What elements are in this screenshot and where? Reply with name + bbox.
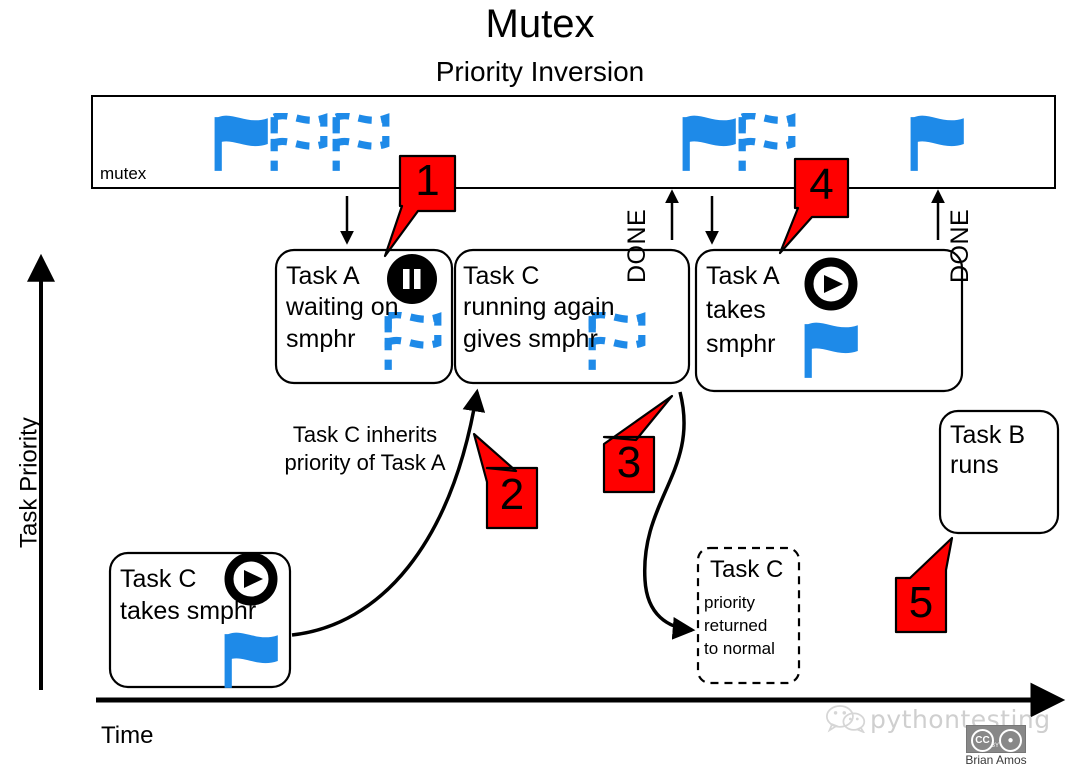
card-task-a-waiting-line-1: Task A	[286, 262, 360, 290]
inherit-priority-note: Task C inherits priority of Task A	[284, 422, 446, 475]
wechat-icon	[826, 705, 866, 733]
card-task-a-takes-line-2: takes	[706, 296, 766, 324]
callout-4-number: 4	[809, 160, 834, 209]
card-task-c-running-line-1: Task C	[463, 262, 540, 290]
done-label-task-a: DONE	[946, 208, 974, 283]
diagram-canvas: Mutex Priority Inversion mutex Task A wa…	[0, 0, 1080, 773]
diagram-vector-layer	[27, 95, 1066, 718]
watermark-author: Brian Amos	[965, 753, 1027, 767]
card-task-c-running-line-2: running again	[463, 293, 615, 321]
callout-1-number: 1	[415, 156, 440, 205]
card-task-b-line-2: runs	[950, 451, 999, 479]
y-axis-label: Task Priority	[15, 417, 43, 548]
done-label-task-c: DONE	[623, 208, 651, 283]
card-task-a-waiting-line-2: waiting on	[286, 293, 399, 321]
dashed-card-title: Task C	[710, 556, 784, 583]
callout-3-number: 3	[616, 438, 642, 487]
callout-5-number: 5	[908, 578, 934, 627]
card-task-a-takes-line-3: smphr	[706, 330, 776, 358]
page-subtitle: Priority Inversion	[435, 56, 645, 87]
card-task-b-line-1: Task B	[950, 421, 1026, 449]
card-task-c-running-line-3: gives smphr	[463, 325, 598, 353]
card-task-c-takes-line-1: Task C	[120, 565, 197, 593]
mutex-bar-label: mutex	[100, 164, 147, 183]
card-task-c-takes-line-2: takes smphr	[120, 597, 257, 625]
card-task-a-waiting-line-3: smphr	[286, 325, 356, 353]
card-task-a-takes-line-1: Task A	[706, 262, 780, 290]
callout-2-number: 2	[499, 470, 525, 519]
watermark: pythontesting CC ● BY Brian Amos	[826, 703, 1076, 773]
cc-by-label: BY	[990, 743, 999, 749]
priority-returned-arrow	[643, 391, 696, 640]
dashed-card-body: priority returned to normal	[704, 593, 775, 658]
page-title: Mutex	[485, 2, 595, 46]
x-axis-label: Time	[101, 722, 154, 749]
